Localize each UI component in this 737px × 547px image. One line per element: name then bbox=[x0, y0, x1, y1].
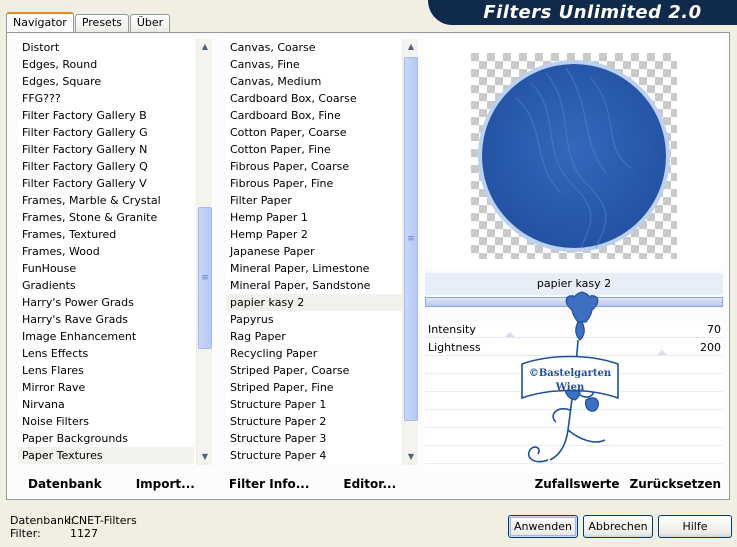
filter-list-item[interactable]: Structure Paper 2 bbox=[226, 413, 402, 430]
scroll-thumb[interactable]: ≡ bbox=[404, 57, 418, 421]
lightness-label: Lightness bbox=[428, 341, 481, 354]
category-list-item[interactable]: Frames, Textured bbox=[18, 226, 194, 243]
scroll-up-arrow-icon[interactable]: ▲ bbox=[197, 39, 213, 55]
filter-list-item[interactable]: Filter Paper bbox=[226, 192, 402, 209]
category-list-item[interactable]: Filter Factory Gallery B bbox=[18, 107, 194, 124]
filter-list-item[interactable]: Mineral Paper, Limestone bbox=[226, 260, 402, 277]
filter-list-item[interactable]: Mineral Paper, Sandstone bbox=[226, 277, 402, 294]
filter-list-item[interactable]: Rag Paper bbox=[226, 328, 402, 345]
tab-presets[interactable]: Presets bbox=[74, 14, 129, 32]
category-list-item[interactable]: Filter Factory Gallery V bbox=[18, 175, 194, 192]
category-list-item[interactable]: Paper Backgrounds bbox=[18, 430, 194, 447]
category-list-item[interactable]: FFG??? bbox=[18, 90, 194, 107]
filter-list-item[interactable]: Hemp Paper 2 bbox=[226, 226, 402, 243]
scroll-down-arrow-icon[interactable]: ▼ bbox=[197, 449, 213, 465]
filter-list-item[interactable]: Cotton Paper, Fine bbox=[226, 141, 402, 158]
help-button[interactable]: Hilfe bbox=[658, 515, 732, 538]
category-list-item[interactable]: Filter Factory Gallery N bbox=[18, 141, 194, 158]
filter-list-item[interactable]: Striped Paper, Fine bbox=[226, 379, 402, 396]
filter-list-item[interactable]: Striped Paper, Coarse bbox=[226, 362, 402, 379]
cancel-button[interactable]: Abbrechen bbox=[583, 515, 653, 538]
category-list-item[interactable]: Gradients bbox=[18, 277, 194, 294]
category-list-item[interactable]: Edges, Round bbox=[18, 56, 194, 73]
randomize-link[interactable]: Zufallswerte bbox=[535, 477, 620, 491]
category-list-item[interactable]: Frames, Wood bbox=[18, 243, 194, 260]
filter-scrollbar[interactable]: ▲ ≡ ▼ bbox=[402, 39, 418, 465]
category-list[interactable]: Distort Edges, Round Edges, Square FFG??? Fi… bbox=[18, 39, 194, 465]
filter-list-item[interactable]: Cotton Paper, Coarse bbox=[226, 124, 402, 141]
category-list-item[interactable]: Frames, Stone & Granite bbox=[18, 209, 194, 226]
filter-list-item[interactable]: Cardboard Box, Coarse bbox=[226, 90, 402, 107]
intensity-value: 70 bbox=[707, 323, 721, 336]
filter-list-item[interactable]: Japanese Paper bbox=[226, 243, 402, 260]
category-list-item[interactable]: Lens Effects bbox=[18, 345, 194, 362]
apply-button[interactable]: Anwenden bbox=[508, 515, 578, 538]
tab-bar: Navigator Presets Über bbox=[6, 12, 171, 33]
category-list-item[interactable]: Lens Flares bbox=[18, 362, 194, 379]
filter-list-item[interactable]: Recycling Paper bbox=[226, 345, 402, 362]
filter-count-value: 1127 bbox=[70, 527, 98, 540]
database-value: ICNET-Filters bbox=[68, 514, 137, 527]
category-list-item[interactable]: Mirror Rave bbox=[18, 379, 194, 396]
category-list-item[interactable]: Harry's Power Grads bbox=[18, 294, 194, 311]
preview-area bbox=[425, 39, 723, 267]
filter-list-item[interactable]: Cardboard Box, Fine bbox=[226, 107, 402, 124]
title-banner: Filters Unlimited 2.0 bbox=[428, 0, 737, 25]
database-link[interactable]: Datenbank bbox=[28, 477, 102, 497]
status-info: Datenbank:ICNET-Filters Filter: 1127 bbox=[10, 514, 137, 540]
left-action-links: Datenbank Import... Filter Info... Edito… bbox=[17, 477, 430, 497]
bastelgarten-watermark-logo: ©Bastelgarten Wien bbox=[521, 291, 619, 463]
category-list-item[interactable]: Nirvana bbox=[18, 396, 194, 413]
intensity-label: Intensity bbox=[428, 323, 476, 336]
right-action-links: Zufallswerte Zurücksetzen bbox=[525, 477, 721, 491]
logo-text-line1: ©Bastelgarten bbox=[529, 368, 612, 379]
database-label: Datenbank: bbox=[10, 514, 75, 527]
filter-list-item[interactable]: Papyrus bbox=[226, 311, 402, 328]
category-list-item[interactable]: Distort bbox=[18, 39, 194, 56]
filter-count-label: Filter: bbox=[10, 527, 41, 540]
slider-marker-icon bbox=[505, 332, 515, 337]
import-link[interactable]: Import... bbox=[136, 477, 195, 497]
banner-title: Filters Unlimited 2.0 bbox=[483, 2, 702, 23]
category-list-item[interactable]: Frames, Marble & Crystal bbox=[18, 192, 194, 209]
filters-unlimited-dialog: Navigator Presets Über Filters Unlimited… bbox=[0, 0, 737, 547]
reset-link[interactable]: Zurücksetzen bbox=[630, 477, 721, 491]
filter-list-item[interactable]: Fibrous Paper, Fine bbox=[226, 175, 402, 192]
filter-list-item[interactable]: papier kasy 2 bbox=[226, 294, 402, 311]
scroll-down-arrow-icon[interactable]: ▼ bbox=[403, 449, 419, 465]
category-list-item[interactable]: Filter Factory Gallery Q bbox=[18, 158, 194, 175]
tab-navigator[interactable]: Navigator bbox=[6, 12, 74, 33]
filter-list-item[interactable]: Structure Paper 1 bbox=[226, 396, 402, 413]
scroll-up-arrow-icon[interactable]: ▲ bbox=[403, 39, 419, 55]
category-scrollbar[interactable]: ▲ ≡ ▼ bbox=[196, 39, 212, 465]
slider-marker-icon bbox=[657, 350, 667, 355]
tab-about[interactable]: Über bbox=[129, 14, 171, 32]
filter-list[interactable]: Canvas, Coarse Canvas, Fine Canvas, Medium… bbox=[226, 39, 402, 465]
logo-text-line2: Wien bbox=[555, 382, 585, 393]
filter-list-item[interactable]: Canvas, Coarse bbox=[226, 39, 402, 56]
filter-list-item[interactable]: Structure Paper 3 bbox=[226, 430, 402, 447]
category-list-item[interactable]: Paper Textures bbox=[18, 447, 194, 464]
category-list-item[interactable]: Filter Factory Gallery G bbox=[18, 124, 194, 141]
navigator-panel: Distort Edges, Round Edges, Square FFG??? Fi… bbox=[6, 32, 730, 500]
filter-list-item[interactable]: Hemp Paper 1 bbox=[226, 209, 402, 226]
filter-list-item[interactable]: Fibrous Paper, Coarse bbox=[226, 158, 402, 175]
filter-list-item[interactable]: Structure Paper 4 bbox=[226, 447, 402, 464]
editor-link[interactable]: Editor... bbox=[343, 477, 396, 497]
category-list-item[interactable]: FunHouse bbox=[18, 260, 194, 277]
lightness-value: 200 bbox=[700, 341, 721, 354]
category-list-item[interactable]: Image Enhancement bbox=[18, 328, 194, 345]
filter-list-item[interactable]: Canvas, Medium bbox=[226, 73, 402, 90]
filter-list-item[interactable]: Canvas, Fine bbox=[226, 56, 402, 73]
filter-info-link[interactable]: Filter Info... bbox=[229, 477, 310, 497]
category-list-item[interactable]: Edges, Square bbox=[18, 73, 194, 90]
category-list-item[interactable]: Noise Filters bbox=[18, 413, 194, 430]
category-list-item[interactable]: Harry's Rave Grads bbox=[18, 311, 194, 328]
scroll-thumb[interactable]: ≡ bbox=[198, 207, 212, 349]
preview-image bbox=[471, 53, 677, 259]
